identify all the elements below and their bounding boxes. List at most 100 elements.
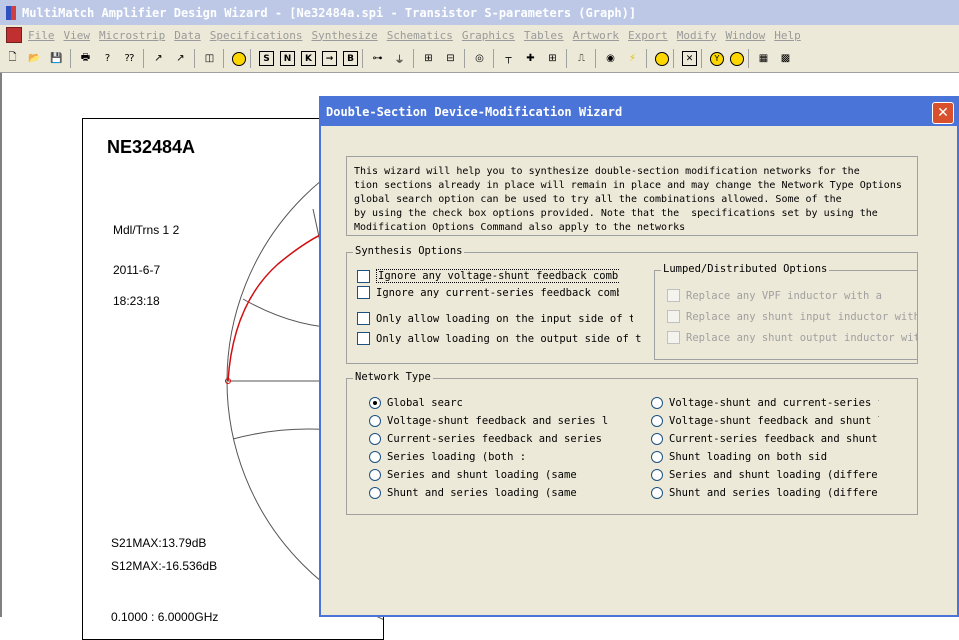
radio-button[interactable] <box>651 469 663 481</box>
option-label: Voltage-shunt feedback and shunt lo <box>669 415 879 427</box>
radio-button[interactable] <box>651 433 663 445</box>
radio-button[interactable] <box>369 487 381 499</box>
menu-graphics[interactable]: Graphics <box>462 29 515 42</box>
network-left-0[interactable]: Global searc <box>369 397 631 409</box>
network2-icon[interactable]: ⊟ <box>441 49 460 68</box>
toolbar-separator <box>493 49 494 68</box>
radio-button[interactable] <box>369 451 381 463</box>
checkbox[interactable] <box>357 286 370 299</box>
lightning-icon[interactable]: ⚡ <box>623 49 642 68</box>
network-left-1[interactable]: Voltage-shunt feedback and series l <box>369 415 631 427</box>
ignore-current-series-option[interactable]: Ignore any current-series feedback comb: <box>357 286 619 299</box>
menu-artwork[interactable]: Artwork <box>573 29 619 42</box>
radio-button[interactable] <box>369 415 381 427</box>
network-right-3[interactable]: Shunt loading on both sid <box>651 451 879 463</box>
box-k-icon[interactable]: K <box>301 51 316 66</box>
radio-button[interactable] <box>651 415 663 427</box>
option-label: Series loading (both : <box>387 451 527 463</box>
box-plus-icon[interactable]: ⊞ <box>543 49 562 68</box>
menu-specifications[interactable]: Specifications <box>210 29 303 42</box>
menu-tables[interactable]: Tables <box>524 29 564 42</box>
dialog-title-bar[interactable]: Double-Section Device-Modification Wizar… <box>321 98 957 126</box>
menu-bar: File View Microstrip Data Specifications… <box>0 25 959 45</box>
lumped-icon[interactable]: ⊶ <box>368 49 387 68</box>
radio-button[interactable] <box>369 433 381 445</box>
pulse-icon[interactable]: ⎍ <box>572 49 591 68</box>
close-button[interactable]: ✕ <box>932 102 954 124</box>
ground-icon[interactable]: ⏚ <box>390 49 409 68</box>
menu-schematics[interactable]: Schematics <box>387 29 453 42</box>
target-icon[interactable]: ◎ <box>470 49 489 68</box>
network-left-4[interactable]: Series and shunt loading (same <box>369 469 631 481</box>
info-line: tion sections already in place will rema… <box>354 180 902 191</box>
option-label: Shunt loading on both sid <box>669 451 828 463</box>
ignore-voltage-shunt-option[interactable]: Ignore any voltage-shunt feedback combi <box>357 269 619 283</box>
dot-icon[interactable] <box>655 51 669 66</box>
save-icon[interactable]: 💾 <box>47 49 66 68</box>
menu-window[interactable]: Window <box>726 29 766 42</box>
dot-circle-icon[interactable] <box>730 51 744 66</box>
circle-b-icon[interactable] <box>232 51 246 66</box>
radio-button[interactable] <box>651 451 663 463</box>
network-right-1[interactable]: Voltage-shunt feedback and shunt lo <box>651 415 879 427</box>
box-arrow-icon[interactable]: → <box>322 51 337 66</box>
radio-button[interactable] <box>651 397 663 409</box>
input-side-loading-option[interactable]: Only allow loading on the input side of … <box>357 312 633 325</box>
menu-data[interactable]: Data <box>174 29 201 42</box>
ring-icon[interactable]: ◉ <box>601 49 620 68</box>
menu-file[interactable]: File <box>28 29 55 42</box>
network-right-0[interactable]: Voltage-shunt and current-series fe <box>651 397 879 409</box>
network-left-2[interactable]: Current-series feedback and series <box>369 433 631 445</box>
print-icon[interactable]: 🖶 <box>76 49 95 68</box>
synthesis-options-group: Synthesis Options Ignore any voltage-shu… <box>346 245 918 364</box>
help-icon[interactable]: ? <box>98 49 117 68</box>
toolbar: 🗋 📂 💾 🖶 ? ⁇ ↗ ↗ ◫ S N K → B ⊶ ⏚ ⊞ ⊟ ◎ ┬ … <box>0 45 959 73</box>
menu-help[interactable]: Help <box>774 29 801 42</box>
app-title-bar[interactable]: MultiMatch Amplifier Design Wizard - [Ne… <box>0 0 959 25</box>
new-icon[interactable]: 🗋 <box>3 49 22 68</box>
radio-button[interactable] <box>369 397 381 409</box>
tee-icon[interactable]: ┬ <box>499 49 518 68</box>
network-left-5[interactable]: Shunt and series loading (same <box>369 487 631 499</box>
output-side-loading-option[interactable]: Only allow loading on the output side of… <box>357 332 641 345</box>
network-icon[interactable]: ⊞ <box>419 49 438 68</box>
toolbar-separator <box>673 49 674 68</box>
checkbox[interactable] <box>357 312 370 325</box>
toolbar-separator <box>250 49 251 68</box>
chip2-icon[interactable]: ▩ <box>776 49 795 68</box>
menu-microstrip[interactable]: Microstrip <box>99 29 165 42</box>
y-label: Y <box>714 54 720 63</box>
y-circle-icon[interactable]: Y <box>710 51 724 66</box>
checkbox[interactable] <box>357 269 370 283</box>
split-icon[interactable]: ◫ <box>200 49 219 68</box>
checkbox[interactable] <box>357 332 370 345</box>
network-left-3[interactable]: Series loading (both : <box>369 451 631 463</box>
option-label: Replace any shunt output inductor wit <box>686 331 917 344</box>
menu-modify[interactable]: Modify <box>677 29 717 42</box>
box-b-icon[interactable]: B <box>343 51 358 66</box>
x-box-icon[interactable]: ✕ <box>682 51 697 66</box>
network-right-5[interactable]: Shunt and series loading (differe <box>651 487 879 499</box>
toolbar-separator <box>701 49 702 68</box>
chip-icon[interactable]: ▦ <box>754 49 773 68</box>
network-right-2[interactable]: Current-series feedback and shunt l <box>651 433 879 445</box>
menu-view[interactable]: View <box>64 29 91 42</box>
plus-icon[interactable]: ✚ <box>521 49 540 68</box>
box-s-icon[interactable]: S <box>259 51 274 66</box>
open-icon[interactable]: 📂 <box>25 49 44 68</box>
modification-wizard-dialog: Double-Section Device-Modification Wizar… <box>319 96 959 617</box>
menu-synthesize[interactable]: Synthesize <box>311 29 377 42</box>
document-icon[interactable] <box>6 27 22 43</box>
menu-export[interactable]: Export <box>628 29 668 42</box>
box-n-icon[interactable]: N <box>280 51 295 66</box>
option-label: Shunt and series loading (differe <box>669 487 878 499</box>
arrow-a2-icon[interactable]: ↗ <box>171 49 190 68</box>
arrow-a-icon[interactable]: ↗ <box>149 49 168 68</box>
radio-button[interactable] <box>369 469 381 481</box>
network-right-4[interactable]: Series and shunt loading (differe <box>651 469 879 481</box>
context-help-icon[interactable]: ⁇ <box>120 49 139 68</box>
option-label: Only allow loading on the output side of… <box>376 332 641 345</box>
info-line: by using the check box options provided.… <box>354 208 878 219</box>
radio-button[interactable] <box>651 487 663 499</box>
option-label: Series and shunt loading (same <box>387 469 577 481</box>
